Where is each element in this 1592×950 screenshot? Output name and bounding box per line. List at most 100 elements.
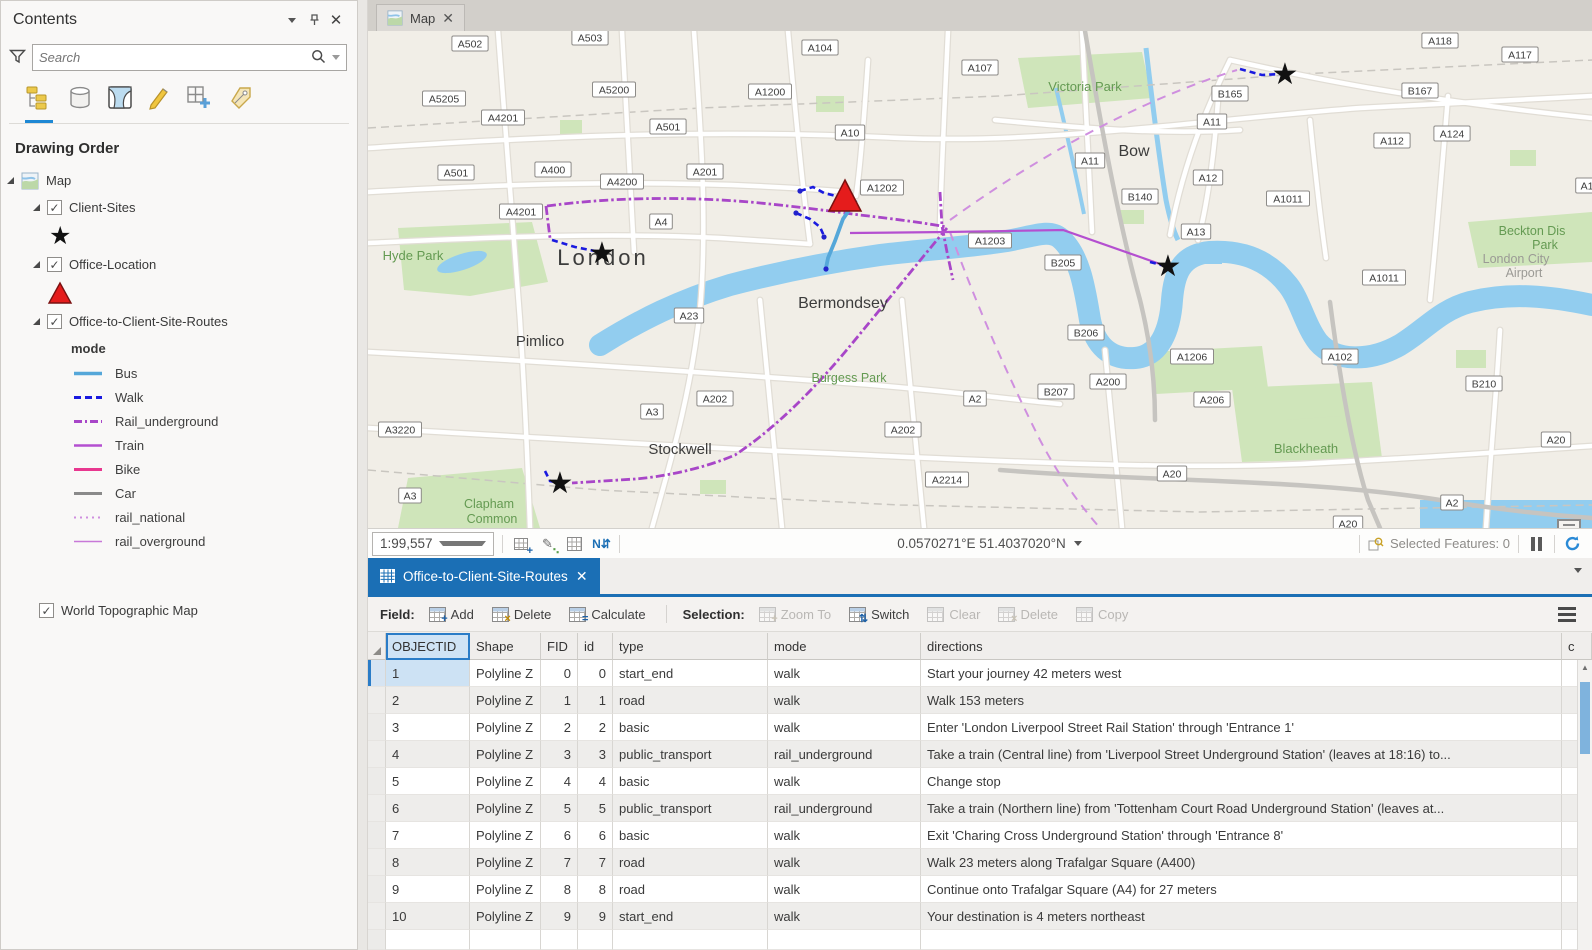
- tab-list-by-data-source[interactable]: [67, 85, 93, 123]
- cell-id[interactable]: 0: [578, 660, 613, 687]
- table-row[interactable]: 8Polyline Z77roadwalkWalk 23 meters alon…: [368, 849, 1592, 876]
- tree-item-basemap[interactable]: ✓ World Topographic Map: [7, 597, 357, 624]
- cell-mode[interactable]: walk: [768, 849, 921, 876]
- tab-list-by-editing[interactable]: [147, 85, 171, 123]
- cell-fid[interactable]: 9: [541, 903, 578, 930]
- legend-item-rail_underground[interactable]: Rail_underground: [7, 409, 357, 433]
- field-calculate-button[interactable]: =Calculate: [565, 604, 649, 625]
- selection-switch-button[interactable]: ⇅Switch: [845, 604, 913, 625]
- cell-fid[interactable]: 6: [541, 822, 578, 849]
- cell-fid[interactable]: 3: [541, 741, 578, 768]
- cell-directions[interactable]: Exit 'Charing Cross Underground Station'…: [921, 822, 1562, 849]
- expand-icon[interactable]: [7, 177, 14, 184]
- table-row[interactable]: 1Polyline Z00start_endwalkStart your jou…: [368, 660, 1592, 687]
- cell-directions[interactable]: Take a train (Central line) from 'Liverp…: [921, 741, 1562, 768]
- cell-mode[interactable]: walk: [768, 660, 921, 687]
- row-selector[interactable]: [368, 849, 386, 876]
- search-input[interactable]: [39, 50, 311, 65]
- client-sites-symbol[interactable]: ★: [7, 221, 357, 251]
- column-header-objectid[interactable]: OBJECTID: [386, 633, 470, 660]
- search-box[interactable]: [32, 44, 347, 71]
- map-view-tab[interactable]: Map ✕: [376, 4, 465, 31]
- search-options-caret-icon[interactable]: [332, 55, 340, 60]
- cell-id[interactable]: 3: [578, 741, 613, 768]
- cell-type[interactable]: road: [613, 687, 768, 714]
- cell-objectid[interactable]: 6: [386, 795, 470, 822]
- cell-fid[interactable]: 0: [541, 660, 578, 687]
- cell-directions[interactable]: Take a train (Northern line) from 'Totte…: [921, 795, 1562, 822]
- row-selector[interactable]: [368, 660, 386, 687]
- cell-mode[interactable]: rail_underground: [768, 741, 921, 768]
- column-header-directions[interactable]: directions: [921, 633, 1562, 660]
- cell-objectid[interactable]: 3: [386, 714, 470, 741]
- cell-fid[interactable]: 1: [541, 687, 578, 714]
- cell-type[interactable]: road: [613, 849, 768, 876]
- legend-item-walk[interactable]: Walk: [7, 385, 357, 409]
- panel-splitter[interactable]: [358, 0, 368, 950]
- cell-id[interactable]: 6: [578, 822, 613, 849]
- legend-item-rail_national[interactable]: rail_national: [7, 505, 357, 529]
- table-row[interactable]: 3Polyline Z22basicwalkEnter 'London Live…: [368, 714, 1592, 741]
- layer-checkbox[interactable]: ✓: [47, 257, 62, 272]
- row-selector[interactable]: [368, 714, 386, 741]
- cell-id[interactable]: 2: [578, 714, 613, 741]
- scale-select[interactable]: 1:99,557: [372, 532, 494, 556]
- cell-shape[interactable]: Polyline Z: [470, 768, 541, 795]
- table-row[interactable]: 5Polyline Z44basicwalkChange stop: [368, 768, 1592, 795]
- table-row[interactable]: 4Polyline Z33public_transportrail_underg…: [368, 741, 1592, 768]
- cell-directions[interactable]: Change stop: [921, 768, 1562, 795]
- coordinate-readout[interactable]: 0.0570271°E 51.4037020°N: [897, 536, 1081, 551]
- map-canvas[interactable]: A502A503A104A107A118A117A5200A1200B165B1…: [368, 31, 1592, 528]
- cell-directions[interactable]: Walk 153 meters: [921, 687, 1562, 714]
- cell-shape[interactable]: Polyline Z: [470, 660, 541, 687]
- cell-objectid[interactable]: 2: [386, 687, 470, 714]
- cell-shape[interactable]: Polyline Z: [470, 822, 541, 849]
- cell-id[interactable]: 4: [578, 768, 613, 795]
- cell-type[interactable]: public_transport: [613, 795, 768, 822]
- select-all-corner[interactable]: [368, 633, 386, 660]
- tree-item-map[interactable]: Map: [7, 167, 357, 194]
- row-selector[interactable]: [368, 768, 386, 795]
- north-arrow-icon[interactable]: N⇵: [592, 534, 611, 553]
- cell-mode[interactable]: walk: [768, 822, 921, 849]
- cell-objectid[interactable]: 9: [386, 876, 470, 903]
- cell-objectid[interactable]: 10: [386, 903, 470, 930]
- cell-shape[interactable]: Polyline Z: [470, 687, 541, 714]
- cell-shape[interactable]: Polyline Z: [470, 849, 541, 876]
- grid-icon[interactable]: [565, 534, 584, 553]
- column-header-clipped[interactable]: c: [1562, 633, 1592, 660]
- cell-type[interactable]: basic: [613, 768, 768, 795]
- table-row[interactable]: 10Polyline Z99start_endwalkYour destinat…: [368, 903, 1592, 930]
- table-row[interactable]: 6Polyline Z55public_transportrail_underg…: [368, 795, 1592, 822]
- table-row[interactable]: 9Polyline Z88roadwalkContinue onto Trafa…: [368, 876, 1592, 903]
- cell-type[interactable]: basic: [613, 822, 768, 849]
- cell-type[interactable]: start_end: [613, 660, 768, 687]
- cell-id[interactable]: 1: [578, 687, 613, 714]
- column-header-type[interactable]: type: [613, 633, 768, 660]
- cell-id[interactable]: 7: [578, 849, 613, 876]
- close-map-tab-icon[interactable]: ✕: [442, 10, 454, 27]
- column-header-shape[interactable]: Shape: [470, 633, 541, 660]
- cell-fid[interactable]: 8: [541, 876, 578, 903]
- row-selector[interactable]: [368, 876, 386, 903]
- legend-item-bike[interactable]: Bike: [7, 457, 357, 481]
- field-delete-button[interactable]: ×Delete: [488, 604, 556, 625]
- legend-item-bus[interactable]: Bus: [7, 361, 357, 385]
- cell-mode[interactable]: walk: [768, 768, 921, 795]
- cell-shape[interactable]: Polyline Z: [470, 714, 541, 741]
- expand-icon[interactable]: [33, 261, 40, 268]
- field-add-button[interactable]: +Add: [425, 604, 478, 625]
- row-selector[interactable]: [368, 903, 386, 930]
- scrollbar-thumb[interactable]: [1580, 682, 1590, 754]
- legend-item-train[interactable]: Train: [7, 433, 357, 457]
- row-selector[interactable]: [368, 822, 386, 849]
- column-header-id[interactable]: id: [578, 633, 613, 660]
- tab-list-by-selection[interactable]: [107, 85, 133, 123]
- cell-shape[interactable]: Polyline Z: [470, 795, 541, 822]
- pane-expand-caret-icon[interactable]: [1574, 568, 1582, 573]
- layer-checkbox[interactable]: ✓: [47, 200, 62, 215]
- cell-id[interactable]: 8: [578, 876, 613, 903]
- attribute-table-tab[interactable]: Office-to-Client-Site-Routes ✕: [368, 558, 600, 594]
- tree-item-office-location[interactable]: ✓ Office-Location: [7, 251, 357, 278]
- coords-caret-icon[interactable]: [1074, 541, 1082, 546]
